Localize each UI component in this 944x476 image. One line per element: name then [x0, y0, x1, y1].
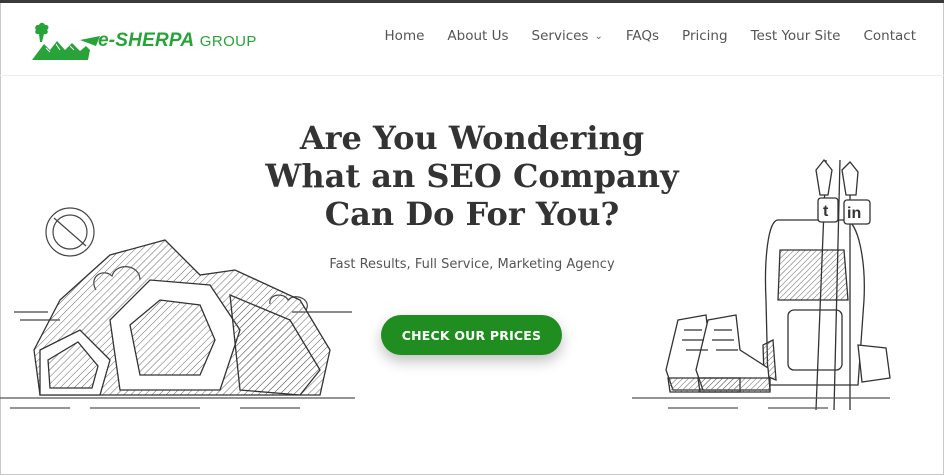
nav-home[interactable]: Home	[385, 28, 425, 44]
site-header: e-SHERPA GROUP Home About Us Services ⌄ F…	[0, 3, 944, 76]
mountain-logo-icon	[32, 22, 100, 60]
nav-pricing-label: Pricing	[682, 28, 728, 44]
nav-test-your-site[interactable]: Test Your Site	[751, 28, 841, 44]
check-prices-button[interactable]: CHECK OUR PRICES	[381, 315, 562, 355]
brand-name-light: GROUP	[199, 33, 257, 50]
brand-wordmark: e-SHERPA GROUP	[98, 30, 257, 52]
nav-about-label: About Us	[447, 28, 509, 44]
nav-faqs-label: FAQs	[625, 28, 660, 44]
backpack-illustration: t in	[632, 158, 891, 411]
nav-test-label: Test Your Site	[750, 28, 841, 44]
nav-services[interactable]: Services ⌄	[532, 28, 603, 44]
chevron-down-icon: ⌄	[594, 30, 603, 42]
nav-home-label: Home	[384, 28, 425, 44]
main-nav: Home About Us Services ⌄ FAQs Pricing Tes…	[362, 28, 916, 44]
nav-pricing[interactable]: Pricing	[682, 28, 728, 44]
nav-services-label: Services	[531, 28, 589, 44]
nav-about-us[interactable]: About Us	[447, 28, 508, 44]
nav-faqs[interactable]: FAQs	[626, 28, 659, 44]
brand-name-bold: e-SHERPA	[98, 30, 195, 51]
nav-contact-label: Contact	[863, 28, 916, 44]
linkedin-tag: in	[847, 205, 861, 222]
site-logo[interactable]: e-SHERPA GROUP	[30, 20, 257, 62]
nav-contact[interactable]: Contact	[863, 28, 916, 44]
rocks-illustration	[0, 207, 355, 409]
twitter-tag: t	[823, 203, 829, 220]
